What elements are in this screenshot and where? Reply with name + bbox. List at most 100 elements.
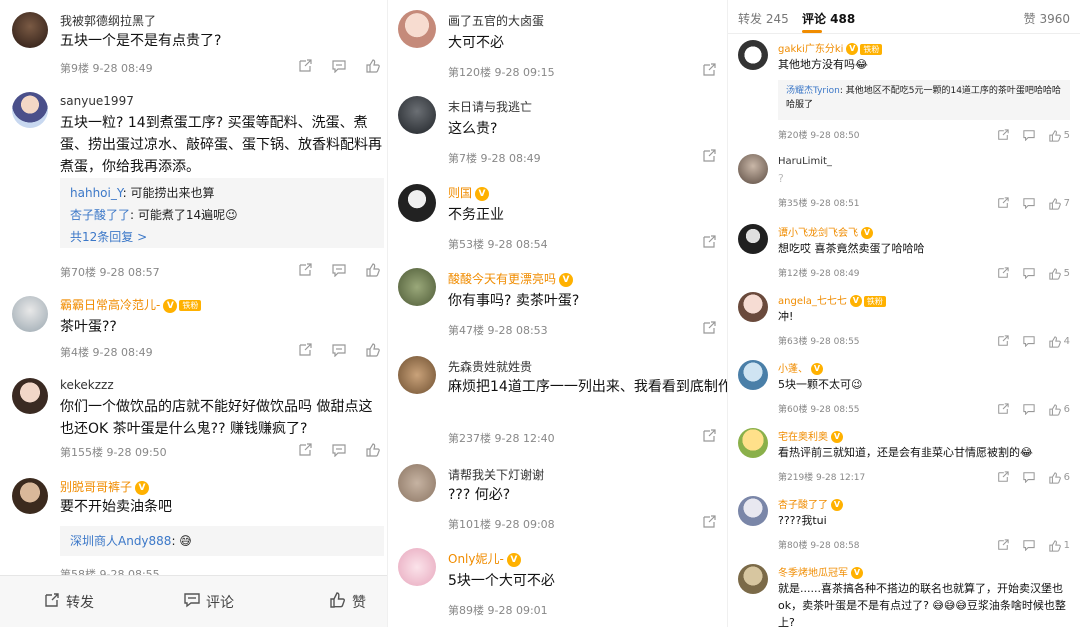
comment-username[interactable]: sanyue1997: [60, 94, 134, 108]
reply-item[interactable]: 汤耀杰Tyrion: 其他地区不配吃5元一颗的14道工序的茶叶蛋吧哈哈哈哈服了: [786, 84, 1062, 112]
like-button[interactable]: 6: [1048, 471, 1070, 484]
repost-icon[interactable]: [298, 342, 312, 361]
comment-username[interactable]: 别脱哥哥裤子 V: [60, 478, 150, 495]
comment-icon: [184, 592, 200, 612]
repost-icon[interactable]: [702, 428, 716, 447]
tab-repost[interactable]: 转发 245: [738, 10, 789, 27]
avatar[interactable]: [398, 464, 436, 502]
avatar[interactable]: [12, 378, 48, 414]
like-button[interactable]: 7: [1048, 197, 1070, 210]
avatar[interactable]: [12, 478, 48, 514]
reply-username[interactable]: 汤耀杰Tyrion: [786, 86, 840, 96]
like-icon[interactable]: [366, 442, 380, 461]
comment-icon[interactable]: [1022, 332, 1035, 351]
comment-meta: 第47楼 9-28 08:53: [448, 324, 548, 337]
comment-username[interactable]: 画了五官的大卤蛋: [448, 12, 544, 29]
comment-username[interactable]: 酸酸今天有更漂亮吗 V: [448, 270, 574, 287]
comment-icon[interactable]: [332, 262, 346, 281]
comment-username[interactable]: 末日请与我逃亡: [448, 98, 532, 115]
like-button[interactable]: 4: [1048, 335, 1070, 348]
avatar[interactable]: [12, 296, 48, 332]
comment-username[interactable]: 则国 V: [448, 184, 490, 201]
avatar[interactable]: [738, 428, 768, 458]
comment-username[interactable]: 杏子酸了了 V: [778, 496, 843, 511]
comment-button[interactable]: 评论: [184, 592, 234, 612]
reply-item[interactable]: hahhoi_Y: 可能捞出来也算: [70, 182, 374, 204]
comment-username[interactable]: angela_七七七 V 铁粉: [778, 292, 886, 307]
comment-icon[interactable]: [1022, 400, 1035, 419]
like-icon[interactable]: [366, 58, 380, 77]
comment-username[interactable]: 霸霸日常高冷范儿- V 铁粉: [60, 296, 202, 313]
comment-icon[interactable]: [332, 342, 346, 361]
repost-icon[interactable]: [702, 234, 716, 253]
repost-icon[interactable]: [298, 58, 312, 77]
avatar[interactable]: [738, 496, 768, 526]
repost-icon[interactable]: [997, 468, 1009, 487]
repost-icon[interactable]: [702, 320, 716, 339]
repost-icon[interactable]: [298, 262, 312, 281]
repost-icon[interactable]: [997, 126, 1009, 145]
repost-icon[interactable]: [298, 442, 312, 461]
repost-icon[interactable]: [997, 194, 1009, 213]
avatar[interactable]: [398, 356, 436, 394]
avatar[interactable]: [398, 96, 436, 134]
like-button[interactable]: 6: [1048, 403, 1070, 416]
like-button[interactable]: 5: [1048, 129, 1070, 142]
comment-text: 冲!: [778, 310, 794, 323]
repost-icon[interactable]: [997, 536, 1009, 555]
comment-icon[interactable]: [1022, 126, 1035, 145]
reply-item[interactable]: 杏子酸了了: 可能煮了14遍呢😉: [70, 204, 374, 226]
comment-item: HaruLimit_ ? 第35楼 9-28 08:51 7: [728, 152, 1080, 214]
repost-icon[interactable]: [997, 332, 1009, 351]
avatar[interactable]: [738, 360, 768, 390]
avatar[interactable]: [398, 10, 436, 48]
tab-like[interactable]: 赞 3960: [1024, 10, 1070, 27]
comment-username[interactable]: HaruLimit_: [778, 156, 832, 167]
like-icon[interactable]: [366, 262, 380, 281]
avatar[interactable]: [12, 12, 48, 48]
more-replies-link[interactable]: 共12条回复 >: [70, 226, 374, 248]
repost-button[interactable]: 转发: [44, 592, 94, 612]
comment-username[interactable]: 宅在奥利奥 V: [778, 428, 843, 443]
comment-icon[interactable]: [332, 58, 346, 77]
comment-username[interactable]: 谭小飞龙剑飞会飞 V: [778, 224, 873, 239]
comment-username[interactable]: kekekzzz: [60, 378, 114, 392]
avatar[interactable]: [12, 92, 48, 128]
reply-username[interactable]: 深圳商人Andy888: [70, 534, 171, 548]
avatar[interactable]: [738, 292, 768, 322]
comment-username[interactable]: 小蓬、 V: [778, 360, 823, 375]
avatar[interactable]: [738, 224, 768, 254]
comment-icon[interactable]: [1022, 536, 1035, 555]
avatar[interactable]: [738, 40, 768, 70]
comment-username[interactable]: 冬季烤地瓜冠军 V: [778, 564, 863, 579]
repost-icon[interactable]: [702, 514, 716, 533]
avatar[interactable]: [738, 564, 768, 594]
avatar[interactable]: [398, 268, 436, 306]
reply-item[interactable]: 深圳商人Andy888: 😅: [70, 530, 374, 552]
comment-username[interactable]: gakki广东分ki V 铁粉: [778, 40, 883, 55]
like-button[interactable]: 5: [1048, 267, 1070, 280]
comment-icon[interactable]: [1022, 194, 1035, 213]
repost-icon[interactable]: [997, 400, 1009, 419]
avatar[interactable]: [738, 154, 768, 184]
comment-icon[interactable]: [332, 442, 346, 461]
comment-username[interactable]: 先森贵姓就姓贵: [448, 358, 532, 375]
comment-actions: [702, 320, 716, 339]
like-button[interactable]: 赞: [330, 592, 366, 612]
repost-icon[interactable]: [997, 264, 1009, 283]
like-button[interactable]: 1: [1048, 539, 1070, 552]
reply-username[interactable]: 杏子酸了了: [70, 208, 130, 222]
comment-username[interactable]: 我被郭德纲拉黑了: [60, 12, 156, 29]
avatar[interactable]: [398, 548, 436, 586]
comment-item: 杏子酸了了 V ????我tui 第80楼 9-28 08:58 1: [728, 494, 1080, 556]
comment-icon[interactable]: [1022, 264, 1035, 283]
comment-icon[interactable]: [1022, 468, 1035, 487]
comment-username[interactable]: 请帮我关下灯谢谢: [448, 466, 544, 483]
comment-username[interactable]: Only妮儿- V: [448, 550, 521, 567]
tab-comment[interactable]: 评论 488: [802, 10, 855, 27]
repost-icon[interactable]: [702, 62, 716, 81]
like-icon[interactable]: [366, 342, 380, 361]
reply-username[interactable]: hahhoi_Y: [70, 186, 123, 200]
avatar[interactable]: [398, 184, 436, 222]
repost-icon[interactable]: [702, 148, 716, 167]
